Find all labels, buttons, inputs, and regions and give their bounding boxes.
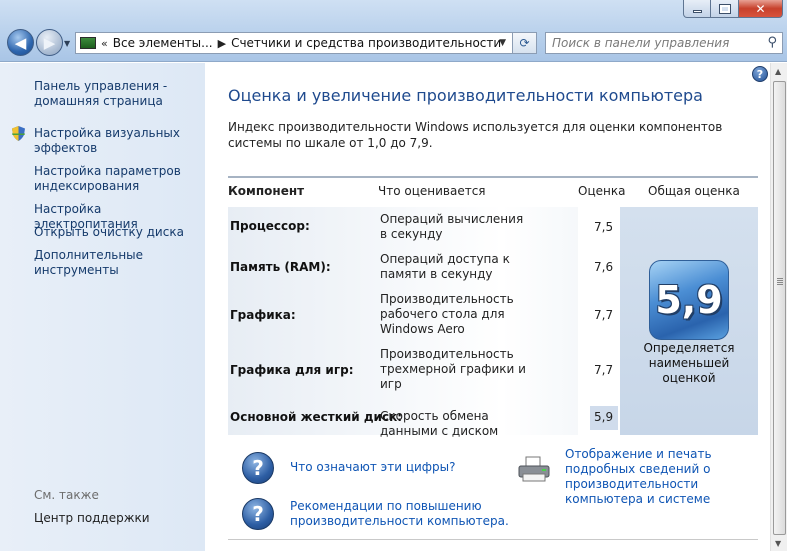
question-icon[interactable]: ? [242,452,274,484]
sidebar-item-home[interactable]: Панель управления - домашняя страница [34,79,194,109]
question-icon[interactable]: ? [242,498,274,530]
row-what: Скорость обмена данными с диском [380,409,499,438]
scroll-down-icon[interactable]: ▼ [775,539,781,548]
sidebar-item-disk-cleanup[interactable]: Открыть очистку диска [34,225,199,240]
help-button[interactable]: ? [752,66,768,82]
sidebar-item-indexing[interactable]: Настройка параметров индексирования [34,164,184,194]
recommendations-link[interactable]: Рекомендации по повышению производительн… [290,499,530,529]
scroll-grip-icon [777,278,783,285]
close-button[interactable]: ✕ [739,0,783,18]
refresh-button[interactable]: ⟳ [513,32,537,54]
search-input[interactable]: Поиск в панели управления ⚲ [545,32,783,54]
row-what: Операций доступа к памяти в секунду [380,252,510,281]
breadcrumb-overflow[interactable]: « [101,37,108,50]
row-component: Графика для игр: [230,363,354,377]
address-bar[interactable]: « Все элементы... ▶ Счетчики и средства … [75,32,513,54]
forward-button[interactable]: ▶ [36,29,63,56]
row-score: 7,7 [594,363,614,377]
refresh-icon: ⟳ [519,36,530,50]
breadcrumb-separator-icon[interactable]: ▶ [218,37,226,50]
address-dropdown-icon[interactable]: ▼ [499,38,506,48]
row-component: Основной жесткий диск: [230,410,403,424]
forward-arrow-icon: ▶ [43,33,56,52]
row-component: Процессор: [230,219,310,233]
minimize-button[interactable] [683,0,711,18]
row-component: Память (RAM): [230,260,331,274]
column-header-score: Оценка [578,184,626,198]
row-what: Производительность трехмерной графики и … [380,347,526,391]
row-score: 7,6 [594,260,614,274]
sidebar-item-action-center[interactable]: Центр поддержки [34,511,184,526]
breadcrumb-all-items[interactable]: Все элементы... [113,36,213,50]
row-score: 7,7 [594,308,614,322]
base-score-value: 5,9 [655,278,723,322]
row-score: 7,5 [594,220,614,234]
back-arrow-icon: ◀ [14,33,27,52]
scroll-thumb[interactable] [773,81,786,535]
sidebar-item-visual-effects[interactable]: Настройка визуальных эффектов [34,126,184,156]
print-details-link[interactable]: Отображение и печать подробных сведений … [565,447,765,507]
window-controls: ✕ [683,0,783,18]
window-chrome: ✕ ◀ ▶ ▼ « Все элементы... ▶ Счетчики и с… [0,0,787,62]
page-intro: Индекс производительности Windows исполь… [228,120,723,150]
sidebar-item-advanced-tools[interactable]: Дополнительные инструменты [34,248,154,278]
shield-icon [12,126,25,141]
bottom-divider [228,539,758,540]
scroll-up-icon[interactable]: ▲ [775,67,781,76]
base-score-badge: 5,9 [649,260,729,340]
maximize-icon [718,3,731,14]
breadcrumb-current[interactable]: Счетчики и средства производительности [231,36,501,50]
column-header-total: Общая оценка [648,184,740,198]
minimize-icon [692,10,702,13]
table-header-line [228,176,758,178]
back-button[interactable]: ◀ [7,29,34,56]
recent-pages-dropdown[interactable]: ▼ [64,39,70,48]
navigation-bar: ◀ ▶ ▼ « Все элементы... ▶ Счетчики и сре… [0,27,787,59]
what-numbers-link[interactable]: Что означают эти цифры? [290,460,490,475]
column-header-component: Компонент [228,184,305,198]
row-score: 5,9 [594,410,614,424]
row-what: Производительность рабочего стола для Wi… [380,292,514,336]
sidebar: Панель управления - домашняя страница На… [0,63,205,551]
row-what: Операций вычисления в секунду [380,212,524,241]
see-also-label: См. также [34,488,99,502]
close-icon: ✕ [755,1,766,16]
vertical-scrollbar[interactable]: ▲ ▼ [770,63,787,551]
base-score-caption: Определяется наименьшей оценкой [643,341,735,385]
control-panel-icon [80,37,96,49]
search-placeholder: Поиск в панели управления [552,36,730,50]
row-component: Графика: [230,308,296,322]
printer-icon[interactable] [517,455,551,483]
maximize-button[interactable] [711,0,739,18]
help-icon: ? [756,67,764,81]
page-title: Оценка и увеличение производительности к… [228,86,703,105]
column-header-what: Что оценивается [378,184,486,198]
search-icon[interactable]: ⚲ [767,35,777,50]
